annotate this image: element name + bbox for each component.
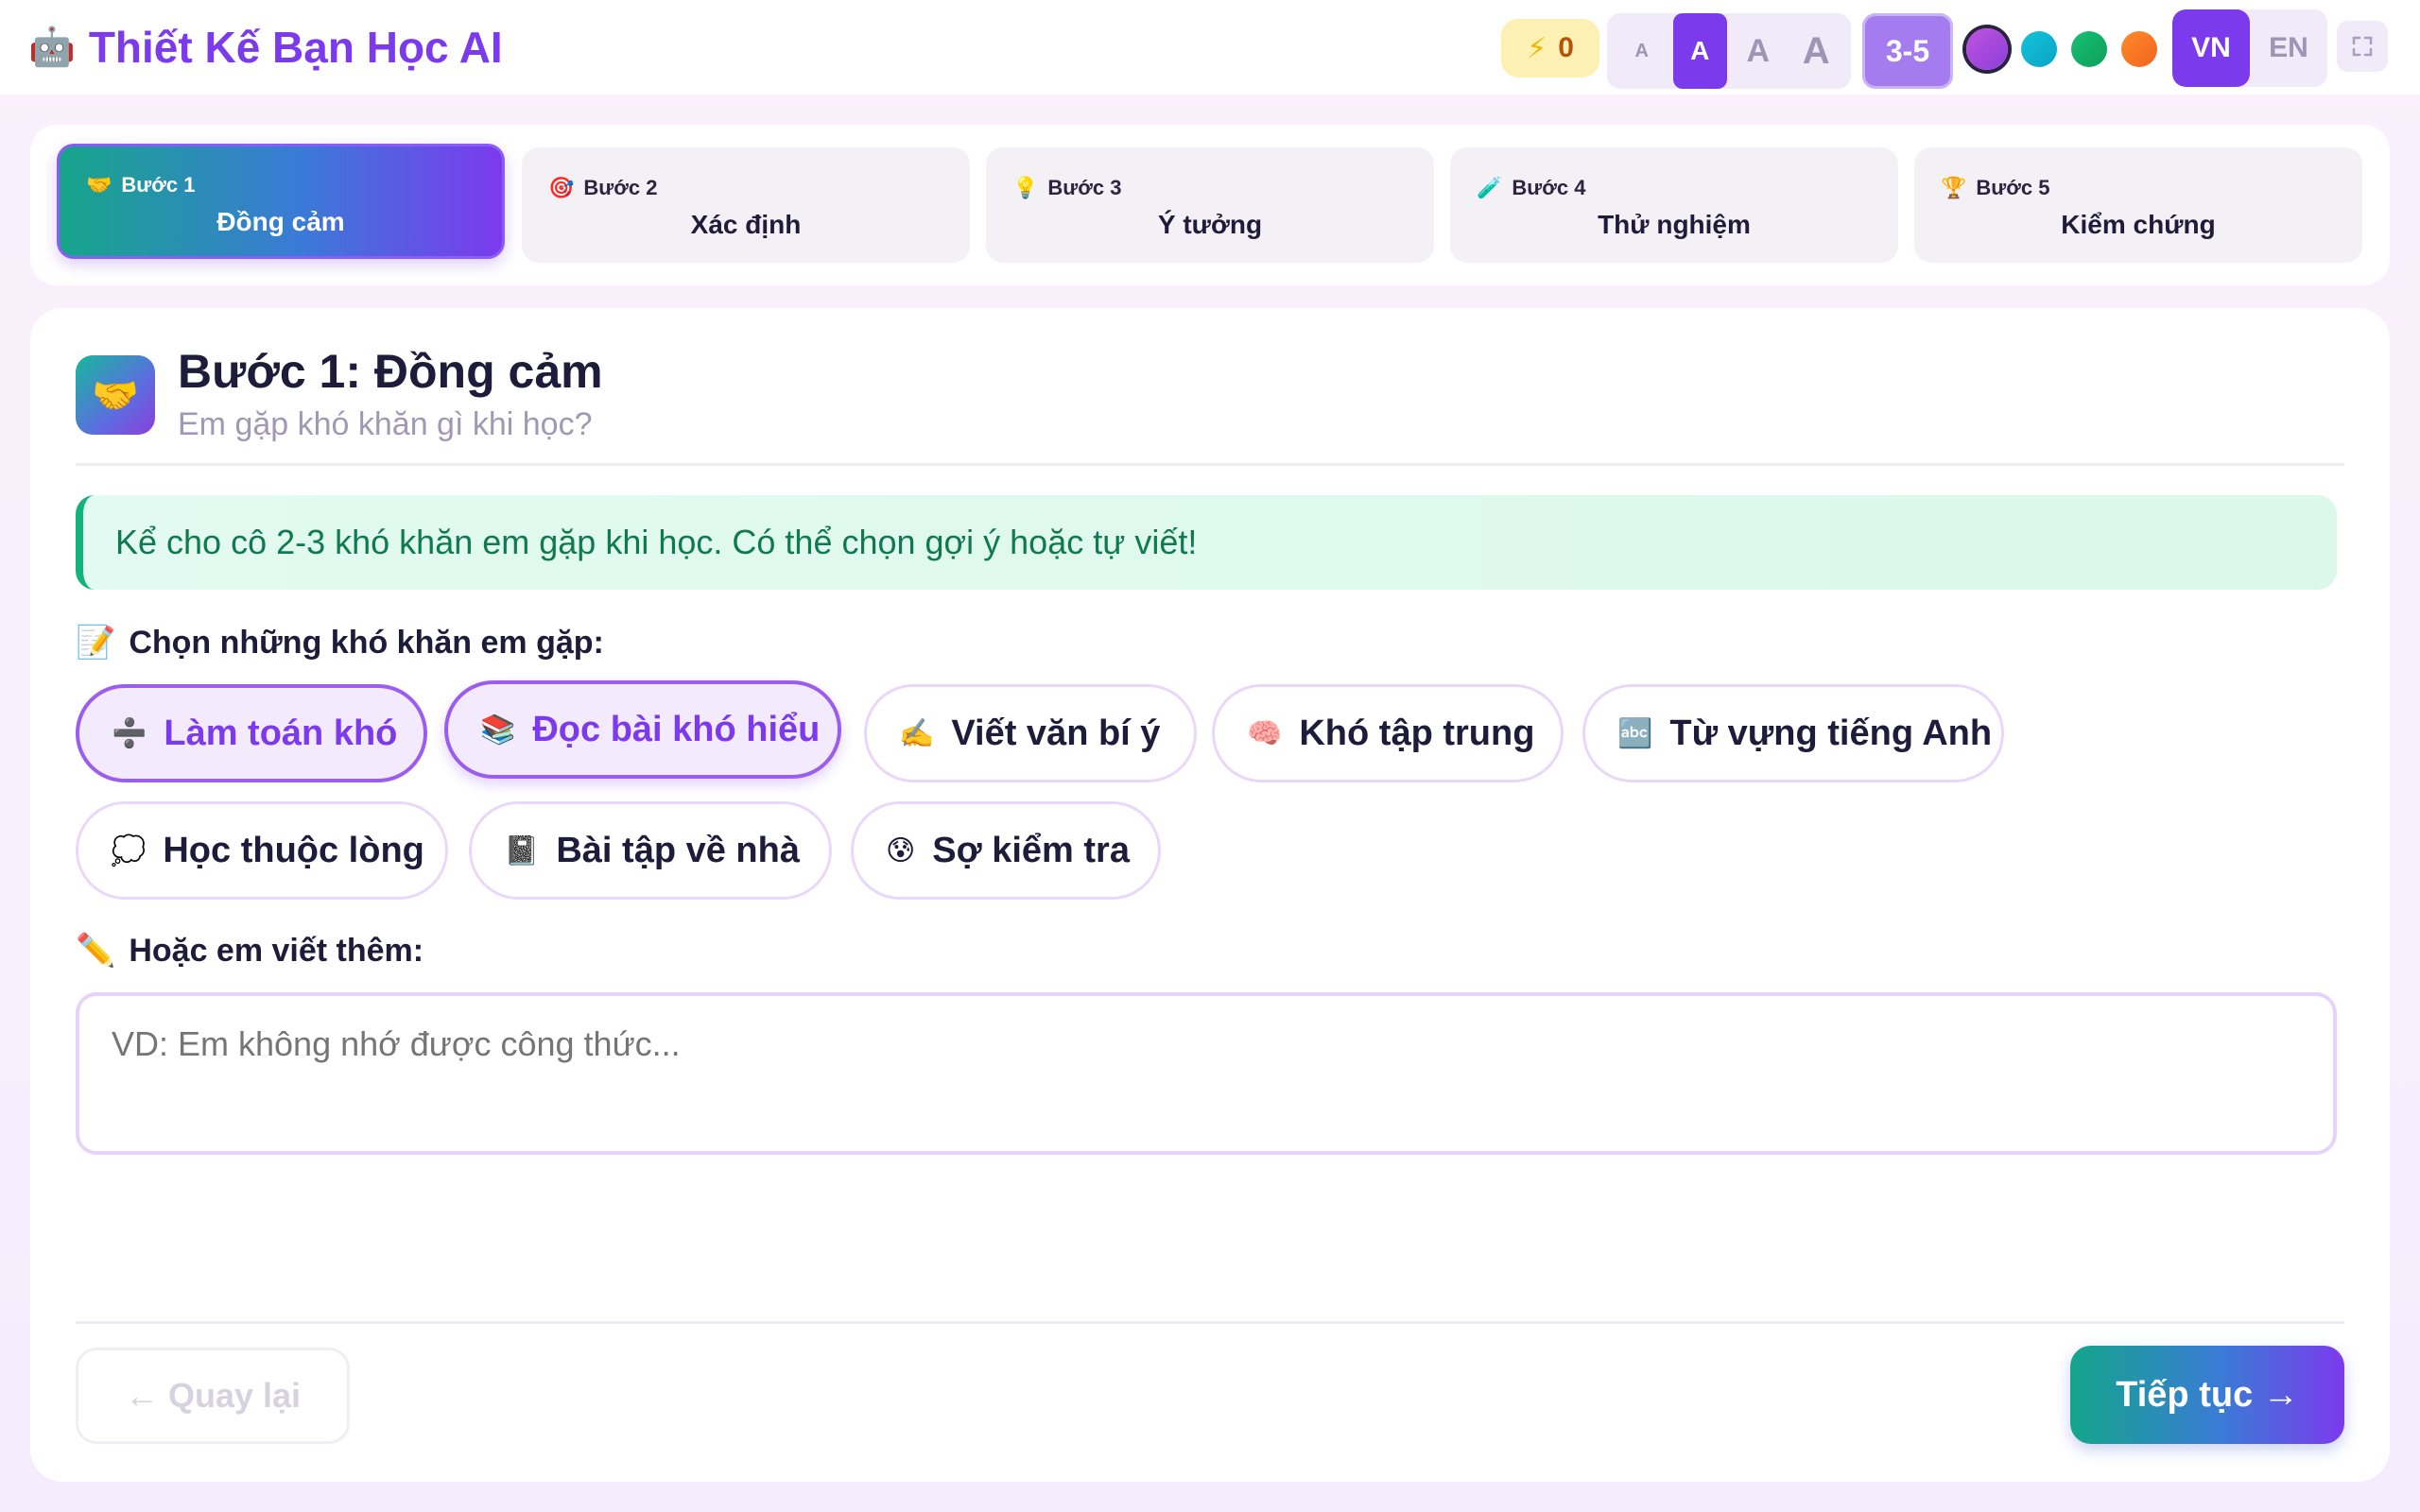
xp-value: 0 <box>1558 32 1574 63</box>
step-name: Đồng cảm <box>216 207 345 236</box>
chip-reading[interactable]: 📚 Đọc bài khó hiểu <box>444 680 841 779</box>
instruction-notice: Kể cho cô 2-3 khó khăn em gặp khi học. C… <box>76 495 2337 590</box>
handshake-icon: 🤝 <box>76 355 155 435</box>
theme-orange-button[interactable] <box>2121 31 2157 67</box>
page-subtitle: Em gặp khó khăn gì khi học? <box>178 406 593 442</box>
chip-homework[interactable]: 📓 Bài tập về nhà <box>469 801 832 900</box>
footer-divider <box>76 1321 2344 1324</box>
memo-icon: 📝 <box>76 625 116 661</box>
step-name: Xác định <box>690 210 802 239</box>
anxious-face-icon: 😰 <box>886 834 916 867</box>
chip-memorize[interactable]: 💭 Học thuộc lòng <box>76 801 448 900</box>
step-number: Bước 4 <box>1512 176 1586 199</box>
brand: 🤖 Thiết Kế Bạn Học AI <box>28 21 503 74</box>
trophy-icon: 🏆 <box>1941 176 1967 199</box>
step-number: Bước 1 <box>121 173 196 197</box>
font-size-small-button[interactable]: A <box>1615 13 1669 89</box>
top-header: 🤖 Thiết Kế Bạn Học AI ⚡ 0 A A A A 3-5 VN… <box>0 0 2420 94</box>
theme-green-button[interactable] <box>2071 31 2107 67</box>
steps-bar: 🤝 Bước 1 Đồng cảm 🎯 Bước 2 Xác định 💡 Bước … <box>30 125 2390 285</box>
step-name: Thử nghiệm <box>1598 210 1751 239</box>
lightning-icon: ⚡ <box>1527 32 1547 64</box>
difficulty-textarea[interactable] <box>76 992 2337 1155</box>
grade-level-button[interactable]: 3-5 <box>1862 13 1953 89</box>
font-size-large-button[interactable]: A <box>1731 13 1786 89</box>
step-tab-5[interactable]: 🏆 Bước 5 Kiểm chứng <box>1914 147 2362 263</box>
handshake-icon: 🤝 <box>86 173 112 197</box>
abc-icon: 🔤 <box>1617 717 1653 749</box>
back-button[interactable]: ← Quay lại <box>76 1348 350 1444</box>
step-tab-4[interactable]: 🧪 Bước 4 Thử nghiệm <box>1450 147 1898 263</box>
step-tab-1[interactable]: 🤝 Bước 1 Đồng cảm <box>57 144 505 259</box>
lightbulb-icon: 💡 <box>1012 176 1039 199</box>
font-size-selector: A A A A <box>1607 13 1851 89</box>
test-tube-icon: 🧪 <box>1477 176 1503 199</box>
books-icon: 📚 <box>480 713 516 746</box>
font-size-xlarge-button[interactable]: A <box>1789 13 1844 89</box>
theme-cyan-button[interactable] <box>2021 31 2057 67</box>
thought-bubble-icon: 💭 <box>111 834 147 867</box>
expand-icon <box>2352 36 2373 57</box>
divide-icon: ➗ <box>112 717 147 749</box>
pencil-icon: ✏️ <box>76 933 116 969</box>
step-number: Bước 5 <box>1976 176 2050 199</box>
target-icon: 🎯 <box>548 176 575 199</box>
font-size-medium-button[interactable]: A <box>1672 13 1727 89</box>
chip-test-anxiety[interactable]: 😰 Sợ kiểm tra <box>851 801 1161 900</box>
divider <box>76 463 2344 466</box>
page-title: Bước 1: Đồng cảm <box>178 345 603 398</box>
fullscreen-button[interactable] <box>2337 21 2388 72</box>
choose-label: 📝 Chọn những khó khăn em gặp: <box>76 624 604 662</box>
xp-counter: ⚡ 0 <box>1501 19 1599 77</box>
continue-button[interactable]: Tiếp tục → <box>2070 1346 2344 1444</box>
step-number: Bước 3 <box>1047 176 1122 199</box>
app-title: Thiết Kế Bạn Học AI <box>88 23 503 72</box>
writing-hand-icon: ✍️ <box>899 717 935 749</box>
robot-icon: 🤖 <box>28 26 76 68</box>
chip-math[interactable]: ➗ Làm toán khó <box>76 684 427 782</box>
lang-vn-button[interactable]: VN <box>2172 9 2250 87</box>
language-switch: VN EN <box>2172 9 2327 87</box>
notebook-icon: 📓 <box>504 834 540 867</box>
step-name: Ý tưởng <box>1157 210 1263 239</box>
chip-vocabulary[interactable]: 🔤 Từ vựng tiếng Anh <box>1582 684 2004 782</box>
brain-icon: 🧠 <box>1247 717 1283 749</box>
chip-writing[interactable]: ✍️ Viết văn bí ý <box>864 684 1197 782</box>
step-number: Bước 2 <box>583 176 658 199</box>
chip-focus[interactable]: 🧠 Khó tập trung <box>1212 684 1564 782</box>
main-card: 🤝 Bước 1: Đồng cảm Em gặp khó khăn gì kh… <box>30 308 2390 1482</box>
step-tab-3[interactable]: 💡 Bước 3 Ý tưởng <box>986 147 1434 263</box>
lang-en-button[interactable]: EN <box>2250 9 2327 87</box>
theme-purple-button[interactable] <box>1966 28 2008 70</box>
step-tab-2[interactable]: 🎯 Bước 2 Xác định <box>522 147 970 263</box>
write-more-label: ✏️ Hoặc em viết thêm: <box>76 932 424 970</box>
step-name: Kiểm chứng <box>2061 210 2216 239</box>
